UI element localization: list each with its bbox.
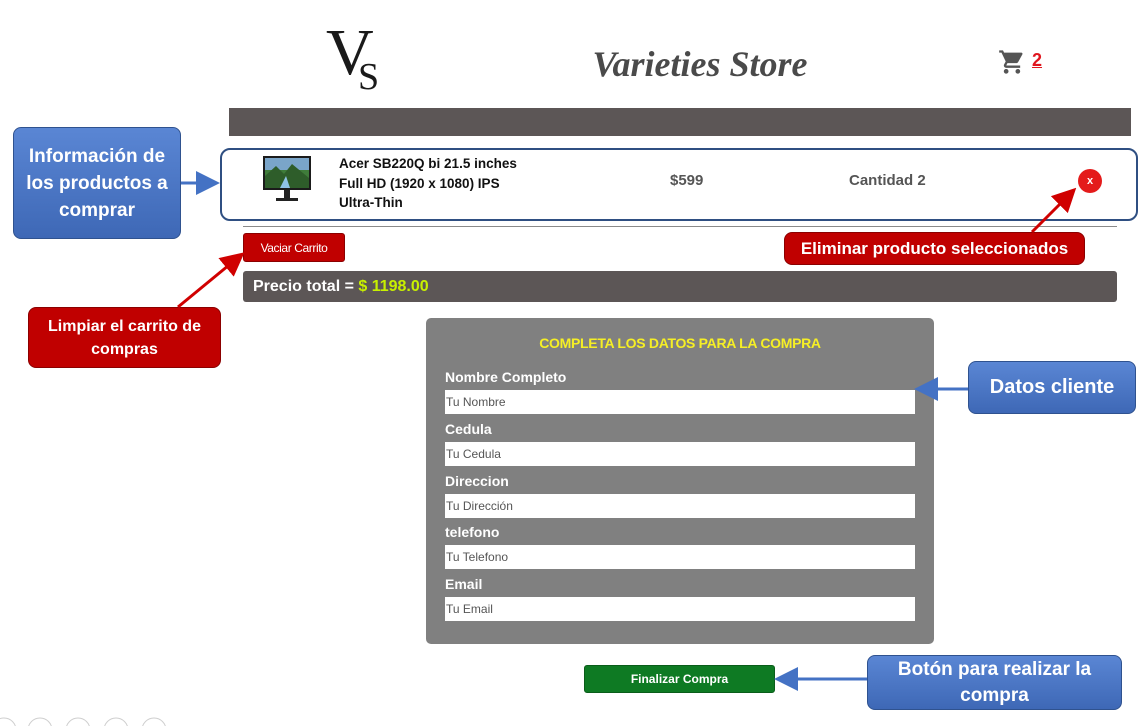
toolbar-circle-icon xyxy=(142,717,166,726)
product-name-line: Ultra-Thin xyxy=(339,195,403,210)
callout-remove-product: Eliminar producto seleccionados xyxy=(784,232,1085,265)
shopping-cart-icon[interactable] xyxy=(998,48,1026,76)
direccion-input[interactable] xyxy=(445,494,915,518)
store-logo[interactable]: V S xyxy=(326,20,396,98)
callout-product-info: Información de los productos a comprar xyxy=(13,127,181,239)
nombre-input[interactable] xyxy=(445,390,915,414)
divider xyxy=(243,226,1117,227)
product-name-line: Full HD (1920 x 1080) IPS xyxy=(339,175,500,191)
category-navbar xyxy=(229,108,1131,136)
nav-item-jewelery[interactable]: jewelery xyxy=(567,7,632,23)
toolbar-circle-icon xyxy=(104,717,128,726)
callout-client-data: Datos cliente xyxy=(968,361,1136,414)
cart-count-link[interactable]: 2 xyxy=(1032,50,1042,71)
email-input[interactable] xyxy=(445,597,915,621)
label-cedula: Cedula xyxy=(445,421,492,437)
product-quantity: Cantidad 2 xyxy=(849,172,926,189)
product-thumbnail-monitor xyxy=(263,156,311,201)
total-value: $ 1198.00 xyxy=(358,278,429,295)
toolbar-circle-icon xyxy=(66,717,90,726)
toolbar-circle-icon xyxy=(28,717,52,726)
cedula-input[interactable] xyxy=(445,442,915,466)
clear-cart-button[interactable]: Vaciar Carrito xyxy=(243,233,345,262)
label-email: Email xyxy=(445,576,483,592)
total-label: Precio total = xyxy=(253,278,359,295)
form-title: COMPLETA LOS DATOS PARA LA COMPRA xyxy=(539,335,821,351)
nav-item-mens-clothing[interactable]: men's clothing xyxy=(648,7,760,23)
product-name: Acer SB220Q bi 21.5 inches Full HD (1920… xyxy=(339,154,539,213)
remove-product-button[interactable]: x xyxy=(1078,169,1102,193)
label-nombre: Nombre Completo xyxy=(445,369,567,385)
finish-purchase-button[interactable]: Finalizar Compra xyxy=(584,665,775,693)
label-telefono: telefono xyxy=(445,524,500,540)
nav-item-womens-clothing[interactable]: women's clothing xyxy=(769,7,903,23)
total-price: Precio total = $ 1198.00 xyxy=(253,278,429,296)
store-title: Varieties Store xyxy=(592,44,808,84)
bottom-toolbar-icons xyxy=(0,717,166,726)
callout-finish-purchase: Botón para realizar la compra xyxy=(867,655,1122,710)
nav-item-electronics[interactable]: electronics xyxy=(472,7,556,23)
logo-letter-s: S xyxy=(358,56,380,98)
arrow-clear-cart xyxy=(177,252,245,309)
callout-clear-cart: Limpiar el carrito de compras xyxy=(28,307,221,368)
telefono-input[interactable] xyxy=(445,545,915,569)
label-direccion: Direccion xyxy=(445,473,509,489)
product-name-line: Acer SB220Q bi 21.5 inches xyxy=(339,156,517,171)
toolbar-circle-icon xyxy=(0,717,16,726)
product-price: $599 xyxy=(670,172,704,189)
